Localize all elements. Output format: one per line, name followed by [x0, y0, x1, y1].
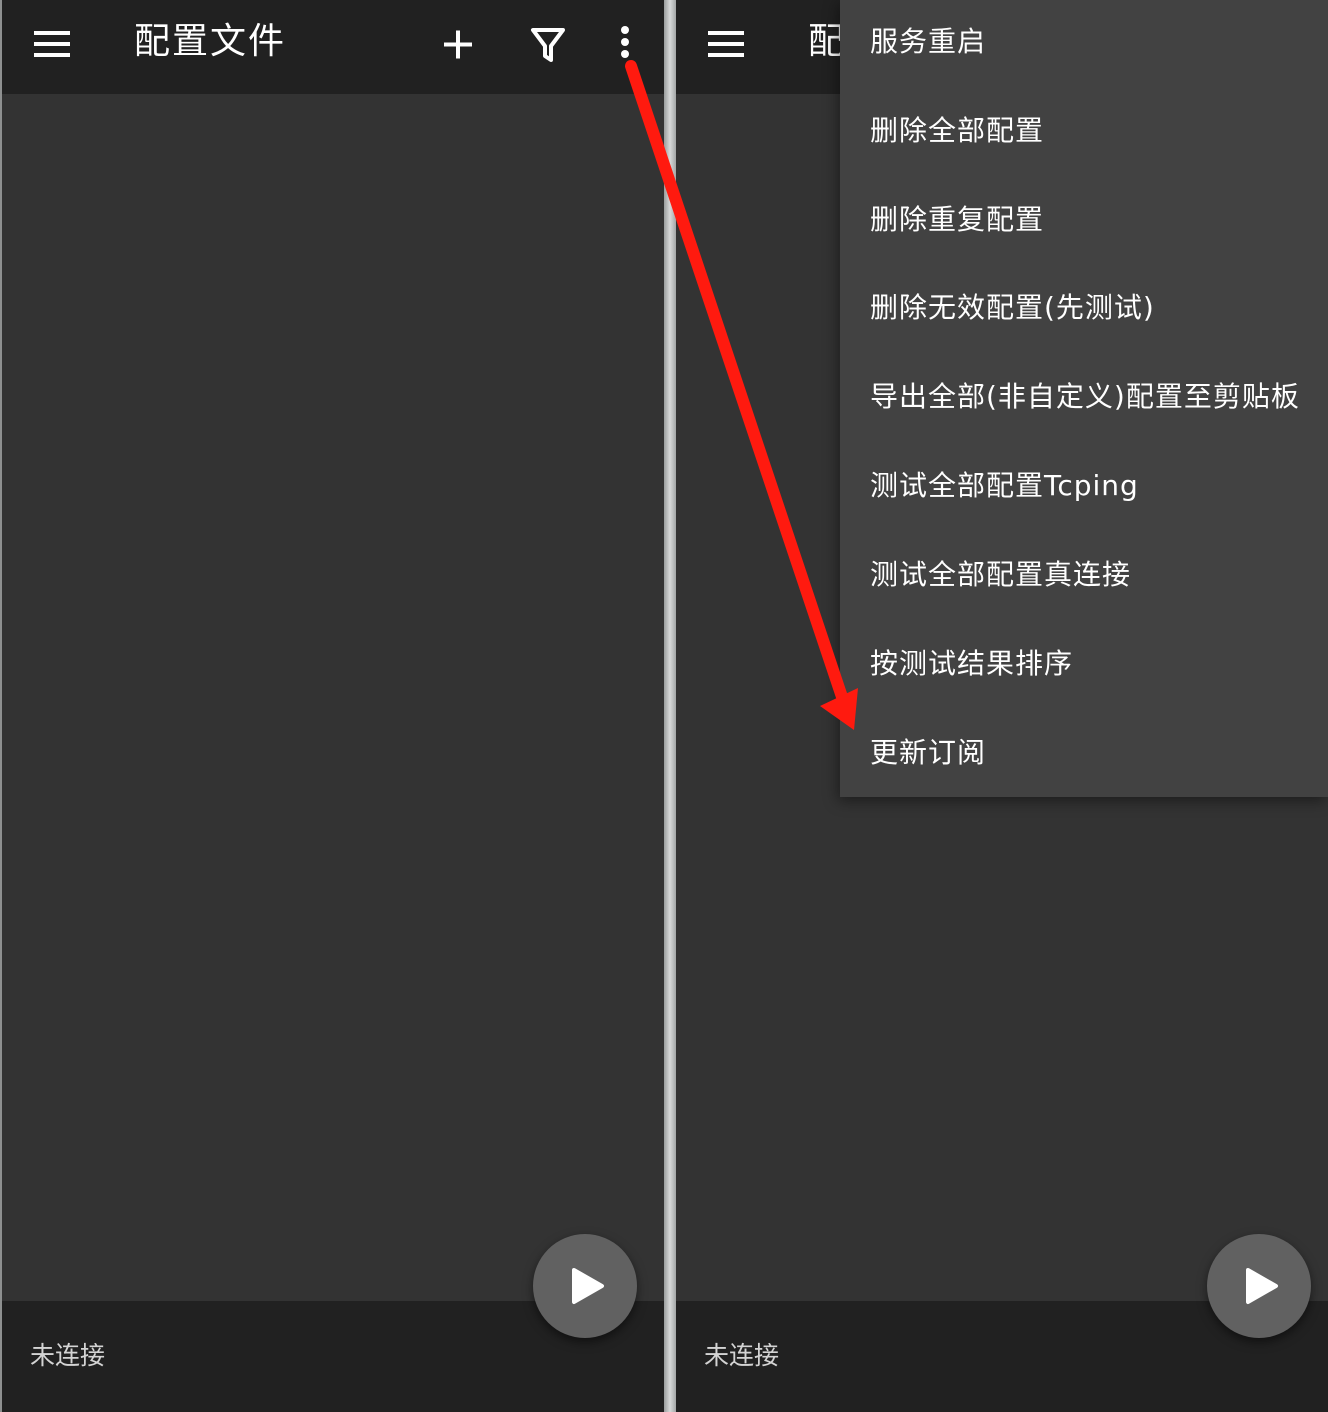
app-bar: 配置文件	[2, 0, 664, 94]
connect-play-button[interactable]	[533, 1234, 637, 1338]
menu-item-delete-duplicates[interactable]: 删除重复配置	[870, 200, 1044, 240]
panel-divider	[664, 0, 676, 1412]
filter-funnel-icon[interactable]	[523, 20, 573, 70]
menu-item-update-subscription[interactable]: 更新订阅	[870, 733, 986, 773]
overflow-menu: 服务重启 删除全部配置 删除重复配置 删除无效配置(先测试) 导出全部(非自定义…	[840, 0, 1328, 797]
hamburger-menu-icon[interactable]	[708, 26, 744, 66]
menu-item-test-real-connection[interactable]: 测试全部配置真连接	[870, 555, 1131, 595]
hamburger-menu-icon[interactable]	[34, 26, 70, 66]
menu-item-delete-invalid[interactable]: 删除无效配置(先测试)	[870, 288, 1155, 328]
connection-status-text: 未连接	[30, 1341, 106, 1370]
connect-play-button[interactable]	[1207, 1234, 1311, 1338]
more-vertical-icon[interactable]	[600, 20, 650, 70]
menu-item-test-tcping[interactable]: 测试全部配置Tcping	[870, 466, 1139, 506]
connection-status-text: 未连接	[704, 1341, 780, 1370]
page-title: 配置文件	[134, 21, 287, 62]
play-icon	[1246, 1268, 1278, 1304]
menu-item-delete-all[interactable]: 删除全部配置	[870, 111, 1044, 151]
screen-before: 配置文件 未连接	[2, 0, 664, 1412]
menu-item-sort-by-result[interactable]: 按测试结果排序	[870, 644, 1073, 684]
menu-item-restart-service[interactable]: 服务重启	[870, 22, 986, 62]
plus-icon[interactable]	[433, 20, 483, 70]
play-icon	[572, 1268, 604, 1304]
menu-item-export-clipboard[interactable]: 导出全部(非自定义)配置至剪贴板	[870, 377, 1300, 417]
screen-after: 配 未连接 服务重启 删除全部配置 删除重复配置 删除无效配置(先测试) 导出全…	[676, 0, 1328, 1412]
